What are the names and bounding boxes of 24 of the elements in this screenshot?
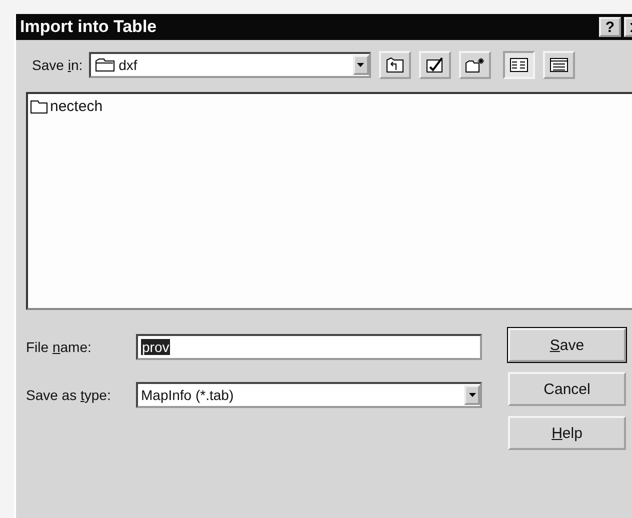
window-title: Import into Table — [20, 17, 157, 37]
file-name-label: File name: — [26, 339, 92, 355]
dialog-button[interactable]: Cancel — [508, 372, 626, 406]
details-view-icon — [550, 58, 568, 72]
desktop-button[interactable] — [418, 51, 451, 79]
save-as-type-dropdown[interactable]: MapInfo (*.tab) — [136, 382, 482, 408]
new-folder-icon — [464, 57, 485, 73]
checkmark-box-icon — [426, 57, 444, 73]
up-folder-icon — [386, 57, 404, 73]
folder-item[interactable]: nectech — [50, 98, 103, 115]
dialog-button[interactable]: Save — [508, 328, 626, 362]
folder-icon — [94, 58, 115, 72]
folder-icon — [30, 100, 48, 114]
list-view-button[interactable] — [502, 51, 535, 79]
save-in-label: Save in: — [32, 57, 83, 73]
up-folder-button[interactable] — [378, 51, 411, 79]
help-button[interactable]: ? — [599, 17, 621, 37]
list-view-icon — [510, 58, 528, 72]
new-folder-button[interactable] — [458, 51, 491, 79]
details-view-button[interactable] — [542, 51, 575, 79]
file-name-field[interactable]: prov — [136, 334, 482, 360]
dialog-button[interactable]: Help — [508, 416, 626, 450]
save-in-dropdown[interactable]: dxf — [88, 52, 371, 78]
save-as-type-label: Save as type: — [26, 387, 112, 403]
